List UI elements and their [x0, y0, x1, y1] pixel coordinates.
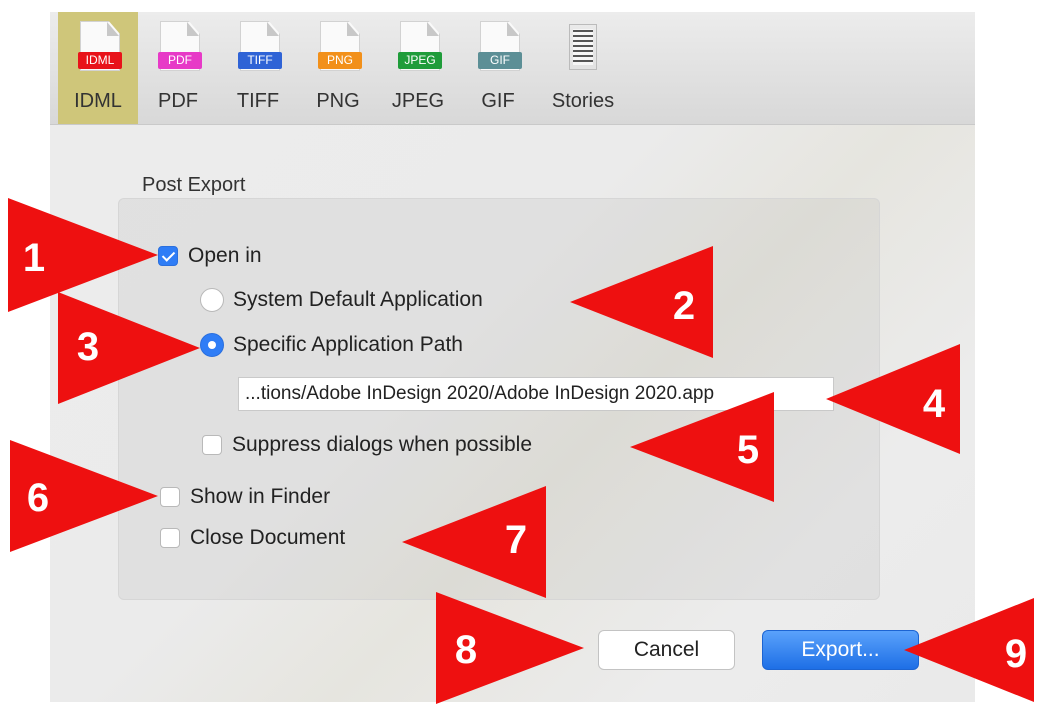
- callout-2-number: 2: [672, 284, 696, 328]
- callout-7-number: 7: [504, 518, 528, 562]
- suppress-dialogs-label: Suppress dialogs when possible: [232, 433, 533, 456]
- tab-pdf[interactable]: PDF PDF: [138, 12, 218, 124]
- callout-8-number: 8: [454, 628, 478, 672]
- callout-5-number: 5: [736, 428, 760, 472]
- tab-jpeg[interactable]: JPEG JPEG: [378, 12, 458, 124]
- tab-label: PNG: [316, 90, 360, 112]
- callout-4-number: 4: [922, 382, 946, 426]
- tab-label: GIF: [481, 90, 515, 112]
- tab-gif[interactable]: GIF GIF: [458, 12, 538, 124]
- tab-label: PDF: [158, 90, 198, 112]
- callout-9-number: 9: [1004, 632, 1028, 676]
- tab-label: JPEG: [391, 90, 445, 112]
- callout-3-number: 3: [76, 325, 100, 369]
- tab-tiff[interactable]: TIFF TIFF: [218, 12, 298, 124]
- suppress-dialogs-checkbox[interactable]: [202, 435, 222, 455]
- tab-label: TIFF: [236, 90, 280, 112]
- open-in-checkbox[interactable]: [158, 246, 178, 266]
- gif-badge: GIF: [478, 52, 522, 69]
- cancel-button[interactable]: Cancel: [598, 630, 735, 670]
- open-in-row[interactable]: Open in: [158, 244, 262, 268]
- idml-badge: IDML: [78, 52, 122, 69]
- close-document-label: Close Document: [190, 526, 346, 549]
- system-default-row[interactable]: System Default Application: [200, 288, 483, 312]
- tiff-badge: TIFF: [238, 52, 282, 69]
- system-default-label: System Default Application: [233, 288, 483, 311]
- export-button[interactable]: Export...: [762, 630, 919, 670]
- tab-label: IDML: [74, 90, 122, 112]
- specific-path-label: Specific Application Path: [233, 333, 463, 356]
- close-document-row[interactable]: Close Document: [160, 526, 345, 550]
- callout-1-number: 1: [22, 236, 46, 280]
- tab-stories[interactable]: Stories: [538, 12, 628, 124]
- show-in-finder-label: Show in Finder: [190, 485, 331, 508]
- export-dialog: IDML IDML PDF PDF TIFF TIFF PNG PNG JPEG…: [50, 12, 975, 702]
- suppress-dialogs-row[interactable]: Suppress dialogs when possible: [202, 433, 532, 457]
- tab-png[interactable]: PNG PNG: [298, 12, 378, 124]
- close-document-checkbox[interactable]: [160, 528, 180, 548]
- format-toolbar: IDML IDML PDF PDF TIFF TIFF PNG PNG JPEG…: [50, 12, 975, 125]
- show-in-finder-row[interactable]: Show in Finder: [160, 485, 330, 509]
- show-in-finder-checkbox[interactable]: [160, 487, 180, 507]
- png-badge: PNG: [318, 52, 362, 69]
- tab-idml[interactable]: IDML IDML: [58, 12, 138, 124]
- specific-path-radio[interactable]: [200, 333, 224, 357]
- text-document-icon: [569, 24, 597, 70]
- pdf-badge: PDF: [158, 52, 202, 69]
- open-in-label: Open in: [188, 244, 262, 267]
- section-title: Post Export: [142, 174, 246, 196]
- callout-6-number: 6: [26, 476, 50, 520]
- system-default-radio[interactable]: [200, 288, 224, 312]
- jpeg-badge: JPEG: [398, 52, 442, 69]
- specific-path-row[interactable]: Specific Application Path: [200, 333, 463, 357]
- tab-label: Stories: [551, 90, 615, 112]
